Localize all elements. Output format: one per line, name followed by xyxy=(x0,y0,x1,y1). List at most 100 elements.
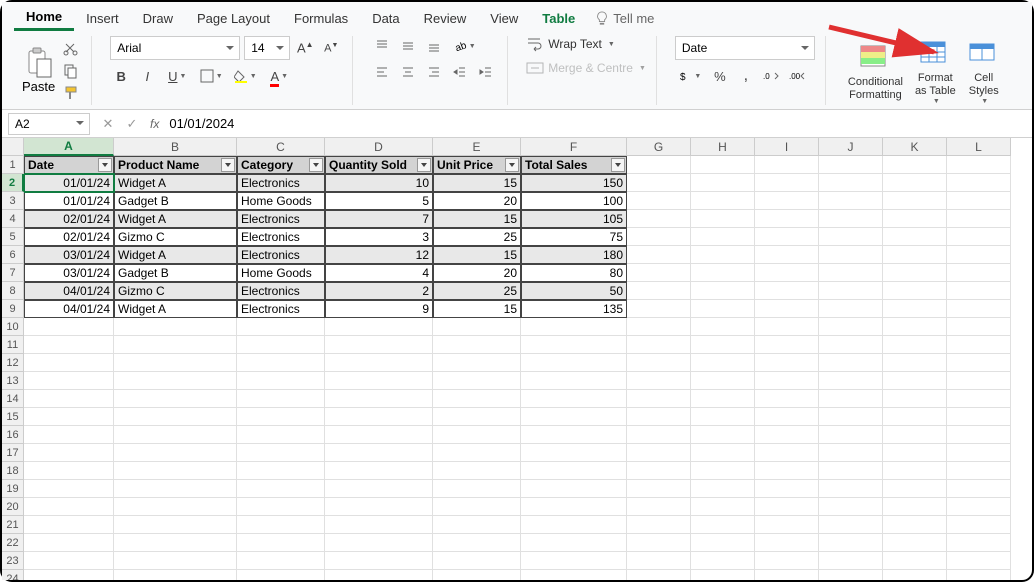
cell-K18[interactable] xyxy=(883,462,947,480)
cell-A21[interactable] xyxy=(24,516,114,534)
cell-E22[interactable] xyxy=(433,534,521,552)
cell-K1[interactable] xyxy=(883,156,947,174)
cell-G15[interactable] xyxy=(627,408,691,426)
cell-A13[interactable] xyxy=(24,372,114,390)
tab-home[interactable]: Home xyxy=(14,5,74,31)
cell-I6[interactable] xyxy=(755,246,819,264)
cell-D11[interactable] xyxy=(325,336,433,354)
cell-A15[interactable] xyxy=(24,408,114,426)
cell-D17[interactable] xyxy=(325,444,433,462)
cell-C10[interactable] xyxy=(237,318,325,336)
cell-F15[interactable] xyxy=(521,408,627,426)
cell-D9[interactable]: 9 xyxy=(325,300,433,318)
cell-J21[interactable] xyxy=(819,516,883,534)
cell-E4[interactable]: 15 xyxy=(433,210,521,228)
cell-E15[interactable] xyxy=(433,408,521,426)
cell-I23[interactable] xyxy=(755,552,819,570)
cell-styles-button[interactable]: Cell Styles ▼ xyxy=(964,36,1004,107)
cell-A7[interactable]: 03/01/24 xyxy=(24,264,114,282)
cell-I20[interactable] xyxy=(755,498,819,516)
format-as-table-button[interactable]: Format as Table ▼ xyxy=(911,36,960,107)
cell-B4[interactable]: Widget A xyxy=(114,210,237,228)
cell-J4[interactable] xyxy=(819,210,883,228)
cell-H15[interactable] xyxy=(691,408,755,426)
row-header-8[interactable]: 8 xyxy=(2,282,24,300)
row-header-13[interactable]: 13 xyxy=(2,372,24,390)
cell-E23[interactable] xyxy=(433,552,521,570)
cut-button[interactable] xyxy=(61,40,81,58)
cell-J15[interactable] xyxy=(819,408,883,426)
cell-D1[interactable]: Quantity Sold xyxy=(325,156,433,174)
cell-D6[interactable]: 12 xyxy=(325,246,433,264)
tell-me[interactable]: Tell me xyxy=(595,11,654,26)
cell-C8[interactable]: Electronics xyxy=(237,282,325,300)
row-header-14[interactable]: 14 xyxy=(2,390,24,408)
cell-F24[interactable] xyxy=(521,570,627,580)
underline-button[interactable]: U▼ xyxy=(162,66,192,86)
cell-B1[interactable]: Product Name xyxy=(114,156,237,174)
cell-L11[interactable] xyxy=(947,336,1011,354)
cell-E2[interactable]: 15 xyxy=(433,174,521,192)
tab-data[interactable]: Data xyxy=(360,7,411,30)
cell-B7[interactable]: Gadget B xyxy=(114,264,237,282)
cell-B14[interactable] xyxy=(114,390,237,408)
cell-K15[interactable] xyxy=(883,408,947,426)
align-right-button[interactable] xyxy=(423,62,445,82)
conditional-formatting-button[interactable]: Conditional Formatting xyxy=(844,40,907,104)
cell-K19[interactable] xyxy=(883,480,947,498)
font-color-button[interactable]: A▼ xyxy=(264,66,294,86)
cell-L8[interactable] xyxy=(947,282,1011,300)
cell-I19[interactable] xyxy=(755,480,819,498)
cell-I12[interactable] xyxy=(755,354,819,372)
row-header-3[interactable]: 3 xyxy=(2,192,24,210)
column-header-e[interactable]: E xyxy=(433,138,521,156)
cell-A20[interactable] xyxy=(24,498,114,516)
cell-C5[interactable]: Electronics xyxy=(237,228,325,246)
paste-button[interactable]: Paste xyxy=(22,47,55,94)
cell-G24[interactable] xyxy=(627,570,691,580)
row-header-5[interactable]: 5 xyxy=(2,228,24,246)
cell-I2[interactable] xyxy=(755,174,819,192)
cell-F4[interactable]: 105 xyxy=(521,210,627,228)
italic-button[interactable]: I xyxy=(136,66,158,86)
cell-H3[interactable] xyxy=(691,192,755,210)
cell-L17[interactable] xyxy=(947,444,1011,462)
row-header-18[interactable]: 18 xyxy=(2,462,24,480)
cell-D4[interactable]: 7 xyxy=(325,210,433,228)
cancel-formula-button[interactable]: ✕ xyxy=(96,112,120,136)
percent-button[interactable]: % xyxy=(709,66,731,86)
cell-C3[interactable]: Home Goods xyxy=(237,192,325,210)
tab-review[interactable]: Review xyxy=(412,7,479,30)
cell-J5[interactable] xyxy=(819,228,883,246)
cell-D3[interactable]: 5 xyxy=(325,192,433,210)
select-all-corner[interactable] xyxy=(2,138,24,156)
cell-C7[interactable]: Home Goods xyxy=(237,264,325,282)
cell-E7[interactable]: 20 xyxy=(433,264,521,282)
cell-K8[interactable] xyxy=(883,282,947,300)
cell-G1[interactable] xyxy=(627,156,691,174)
cell-B17[interactable] xyxy=(114,444,237,462)
cell-L18[interactable] xyxy=(947,462,1011,480)
cell-B24[interactable] xyxy=(114,570,237,580)
cell-J13[interactable] xyxy=(819,372,883,390)
column-header-a[interactable]: A xyxy=(24,138,114,156)
row-header-20[interactable]: 20 xyxy=(2,498,24,516)
cell-H21[interactable] xyxy=(691,516,755,534)
row-header-11[interactable]: 11 xyxy=(2,336,24,354)
row-header-19[interactable]: 19 xyxy=(2,480,24,498)
cell-K6[interactable] xyxy=(883,246,947,264)
align-bottom-button[interactable] xyxy=(423,36,445,56)
cell-G13[interactable] xyxy=(627,372,691,390)
cell-K2[interactable] xyxy=(883,174,947,192)
cell-K20[interactable] xyxy=(883,498,947,516)
row-header-24[interactable]: 24 xyxy=(2,570,24,580)
tab-insert[interactable]: Insert xyxy=(74,7,131,30)
cell-B21[interactable] xyxy=(114,516,237,534)
cell-A9[interactable]: 04/01/24 xyxy=(24,300,114,318)
cell-E14[interactable] xyxy=(433,390,521,408)
row-header-22[interactable]: 22 xyxy=(2,534,24,552)
row-header-6[interactable]: 6 xyxy=(2,246,24,264)
cell-C20[interactable] xyxy=(237,498,325,516)
cell-C15[interactable] xyxy=(237,408,325,426)
row-header-17[interactable]: 17 xyxy=(2,444,24,462)
